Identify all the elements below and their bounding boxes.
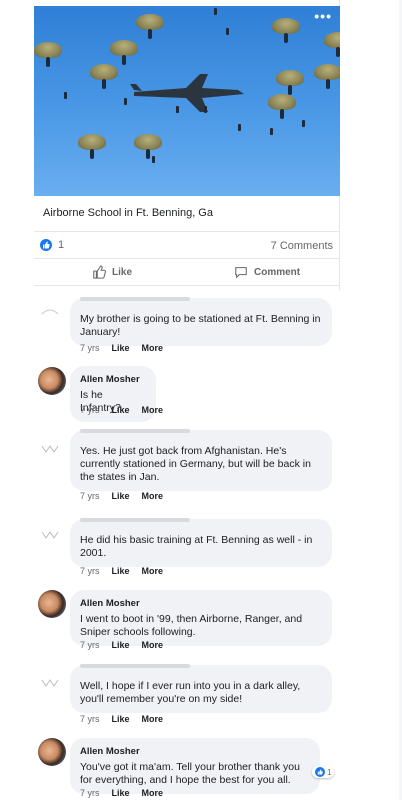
comment-time[interactable]: 7 yrs xyxy=(80,566,100,576)
comment-icon xyxy=(235,267,247,279)
parachute xyxy=(276,70,304,95)
comment-more-link[interactable]: More xyxy=(142,788,164,798)
paratrooper xyxy=(270,128,273,135)
comment-like-link[interactable]: Like xyxy=(112,491,130,501)
avatar[interactable] xyxy=(38,367,66,395)
comment-text: I went to boot in '99, then Airborne, Ra… xyxy=(80,613,303,638)
comment-more-link[interactable]: More xyxy=(142,714,164,724)
comment-author[interactable] xyxy=(80,297,190,301)
comment-text: He did his basic training at Ft. Benning… xyxy=(80,534,313,559)
comment-author[interactable]: Allen Mosher xyxy=(80,373,146,386)
comment-bubble: Allen Mosher I went to boot in '99, then… xyxy=(70,590,332,646)
thumbs-up-icon xyxy=(93,265,106,279)
parachute xyxy=(136,14,164,39)
divider xyxy=(34,231,340,232)
comment-meta: 7 yrs Like More xyxy=(80,788,163,798)
paratrooper xyxy=(176,106,179,113)
paratrooper xyxy=(124,98,127,105)
comment-like-link[interactable]: Like xyxy=(112,566,130,576)
reaction-count: 1 xyxy=(327,767,332,777)
parachute xyxy=(324,32,340,57)
comment-author[interactable]: Allen Mosher xyxy=(80,597,322,610)
paratrooper xyxy=(214,8,217,15)
parachute xyxy=(78,134,106,159)
avatar[interactable] xyxy=(40,528,60,542)
avatar[interactable] xyxy=(38,590,66,618)
thumbs-up-icon xyxy=(315,767,325,777)
parachute xyxy=(314,64,340,89)
comment-bubble: Allen Mosher You've got it ma'am. Tell y… xyxy=(70,738,320,794)
comment-button-label: Comment xyxy=(254,266,301,278)
paratrooper xyxy=(64,92,67,99)
comment-time[interactable]: 7 yrs xyxy=(80,491,100,501)
paratrooper xyxy=(204,106,207,113)
comment-bubble: Well, I hope if I ever run into you in a… xyxy=(70,664,332,713)
comment-time[interactable]: 7 yrs xyxy=(80,405,100,415)
comment-like-link[interactable]: Like xyxy=(112,343,130,353)
paratrooper xyxy=(226,28,229,35)
post-card: ••• Airborne School in Ft. Benning, Ga 1… xyxy=(34,0,340,290)
comment-meta: 7 yrs Like More xyxy=(80,405,163,415)
parachute xyxy=(134,134,162,159)
parachute xyxy=(90,64,118,89)
like-count: 1 xyxy=(58,239,65,251)
aircraft xyxy=(130,74,244,112)
comment-time[interactable]: 7 yrs xyxy=(80,714,100,724)
parachute xyxy=(268,94,296,119)
like-button[interactable]: Like xyxy=(92,265,132,279)
comment-bubble: Yes. He just got back from Afghanistan. … xyxy=(70,429,332,491)
comment-more-link[interactable]: More xyxy=(142,640,164,650)
avatar[interactable] xyxy=(38,738,66,766)
comment-text: Yes. He just got back from Afghanistan. … xyxy=(80,445,311,483)
comment-button[interactable]: Comment xyxy=(234,265,300,279)
comment-text: You've got it ma'am. Tell your brother t… xyxy=(80,761,300,786)
parachute xyxy=(34,42,62,67)
comment-meta: 7 yrs Like More xyxy=(80,343,163,353)
comment-bubble: He did his basic training at Ft. Benning… xyxy=(70,518,332,567)
comment-text: My brother is going to be stationed at F… xyxy=(80,313,321,338)
parachute xyxy=(110,40,138,65)
comment-time[interactable]: 7 yrs xyxy=(80,640,100,650)
parachute xyxy=(272,18,300,43)
comment-meta: 7 yrs Like More xyxy=(80,566,163,576)
reaction-summary[interactable]: 1 xyxy=(40,239,64,251)
comment-author[interactable] xyxy=(80,518,190,522)
comment-more-link[interactable]: More xyxy=(142,491,164,501)
divider xyxy=(34,285,340,286)
comment-text: Well, I hope if I ever run into you in a… xyxy=(80,680,301,705)
avatar[interactable] xyxy=(40,304,60,318)
post-caption: Airborne School in Ft. Benning, Ga xyxy=(43,207,213,219)
divider xyxy=(34,258,340,259)
avatar[interactable] xyxy=(40,676,60,690)
more-options-icon[interactable]: ••• xyxy=(314,8,332,24)
comment-like-link[interactable]: Like xyxy=(112,640,130,650)
comment-like-link[interactable]: Like xyxy=(112,788,130,798)
thumbs-up-icon xyxy=(40,239,52,251)
comment-meta: 7 yrs Like More xyxy=(80,640,163,650)
post-photo[interactable]: ••• xyxy=(34,6,340,196)
comment-author[interactable] xyxy=(80,664,190,668)
comment-time[interactable]: 7 yrs xyxy=(80,788,100,798)
comment-meta: 7 yrs Like More xyxy=(80,491,163,501)
comment-author[interactable] xyxy=(80,429,190,433)
comment-author[interactable]: Allen Mosher xyxy=(80,745,310,758)
comment-reaction-badge[interactable]: 1 xyxy=(312,766,335,778)
paratrooper xyxy=(302,120,305,127)
comment-more-link[interactable]: More xyxy=(142,566,164,576)
comment-more-link[interactable]: More xyxy=(142,343,164,353)
comment-like-link[interactable]: Like xyxy=(112,405,130,415)
avatar[interactable] xyxy=(40,442,60,456)
comment-more-link[interactable]: More xyxy=(142,405,164,415)
like-button-label: Like xyxy=(112,266,133,278)
paratrooper xyxy=(238,124,241,131)
comment-bubble: My brother is going to be stationed at F… xyxy=(70,297,332,346)
comment-meta: 7 yrs Like More xyxy=(80,714,163,724)
paratrooper xyxy=(152,156,155,163)
comments-count-link[interactable]: 7 Comments xyxy=(271,240,333,252)
comment-like-link[interactable]: Like xyxy=(112,714,130,724)
comment-time[interactable]: 7 yrs xyxy=(80,343,100,353)
